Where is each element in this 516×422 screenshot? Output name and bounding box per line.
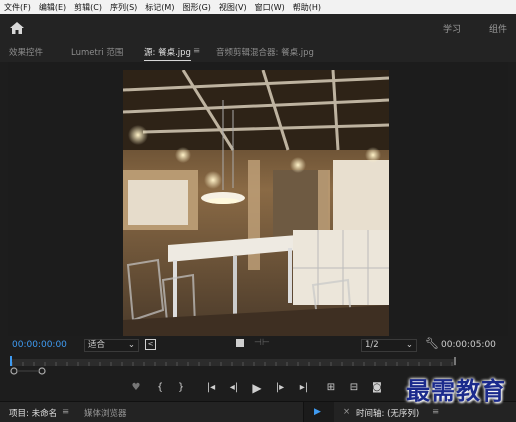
watermark-logo: 最需教育 xyxy=(406,376,506,405)
playhead xyxy=(10,356,12,366)
range-icon: ⊣⊢ xyxy=(254,338,270,348)
close-icon[interactable]: × xyxy=(343,407,350,417)
marker-icon[interactable]: < xyxy=(145,339,156,350)
resolution-value: 1/2 xyxy=(365,340,379,350)
tab-effect-controls[interactable]: 效果控件 xyxy=(9,46,43,58)
menu-sequence[interactable]: 序列(S) xyxy=(106,2,141,13)
fit-dropdown-value: 适合 xyxy=(88,340,106,350)
home-icon[interactable] xyxy=(9,21,25,35)
menu-help[interactable]: 帮助(H) xyxy=(289,2,325,13)
step-back-icon[interactable]: ◂| xyxy=(227,381,241,395)
menu-file[interactable]: 文件(F) xyxy=(0,2,35,13)
add-marker-icon[interactable]: ♥ xyxy=(129,381,143,395)
fit-dropdown[interactable]: 适合 ⌄ xyxy=(84,339,139,352)
menu-view[interactable]: 视图(V) xyxy=(215,2,251,13)
tab-audio-clip-mixer[interactable]: 音频剪辑混合器: 餐桌.jpg xyxy=(216,46,314,58)
menu-window[interactable]: 窗口(W) xyxy=(251,2,289,13)
workspace-learn[interactable]: 学习 xyxy=(443,22,461,35)
menu-clip[interactable]: 剪辑(C) xyxy=(70,2,106,13)
current-timecode[interactable]: 00:00:00:00 xyxy=(12,340,67,350)
play-icon[interactable]: ▶ xyxy=(250,381,264,395)
monitor-controls-row: 00:00:00:00 适合 ⌄ < ⊣⊢ 1/2 ⌄ 🔧︎ 00:00:05:… xyxy=(0,337,516,353)
go-to-in-icon[interactable]: |◂ xyxy=(204,381,218,395)
tab-lumetri-scopes[interactable]: Lumetri 范围 xyxy=(71,46,123,58)
panel-tab-strip: 效果控件 Lumetri 范围 源: 餐桌.jpg ≡ 音频剪辑混合器: 餐桌.… xyxy=(0,42,516,62)
go-to-out-icon[interactable]: ▸| xyxy=(297,381,311,395)
tab-media-browser[interactable]: 媒体浏览器 xyxy=(84,407,127,419)
mark-in-icon[interactable]: { xyxy=(153,381,167,395)
insert-icon[interactable]: ⊞ xyxy=(324,381,338,395)
menu-marker[interactable]: 标记(M) xyxy=(141,2,178,13)
playhead-position-icon[interactable] xyxy=(236,339,244,347)
workspace-header: 学习 组件 xyxy=(0,14,516,43)
tools-panel: ▶ xyxy=(303,402,334,422)
camera-icon[interactable]: ◙ xyxy=(370,381,384,395)
menu-graphics[interactable]: 图形(G) xyxy=(178,2,214,13)
tab-source-monitor[interactable]: 源: 餐桌.jpg xyxy=(144,46,191,61)
tab-timeline[interactable]: 时间轴: (无序列) xyxy=(356,407,419,419)
mark-out-icon[interactable]: } xyxy=(174,381,188,395)
step-forward-icon[interactable]: |▸ xyxy=(273,381,287,395)
panel-menu-icon[interactable]: ≡ xyxy=(432,407,439,417)
selection-tool-icon[interactable]: ▶ xyxy=(314,407,321,417)
panel-menu-icon[interactable]: ≡ xyxy=(62,407,69,417)
duration-timecode: 00:00:05:00 xyxy=(441,340,496,350)
menu-bar: 文件(F) 编辑(E) 剪辑(C) 序列(S) 标记(M) 图形(G) 视图(V… xyxy=(0,0,516,14)
workspace-assembly[interactable]: 组件 xyxy=(489,22,507,35)
chevron-down-icon: ⌄ xyxy=(405,340,413,350)
panel-menu-icon[interactable]: ≡ xyxy=(193,46,200,56)
menu-edit[interactable]: 编辑(E) xyxy=(35,2,70,13)
wrench-icon[interactable]: 🔧︎ xyxy=(425,337,439,350)
overwrite-icon[interactable]: ⊟ xyxy=(347,381,361,395)
tab-project[interactable]: 项目: 未命名 xyxy=(9,407,57,419)
chevron-down-icon: ⌄ xyxy=(127,340,135,350)
source-image xyxy=(123,70,389,336)
resolution-dropdown[interactable]: 1/2 ⌄ xyxy=(361,339,417,352)
